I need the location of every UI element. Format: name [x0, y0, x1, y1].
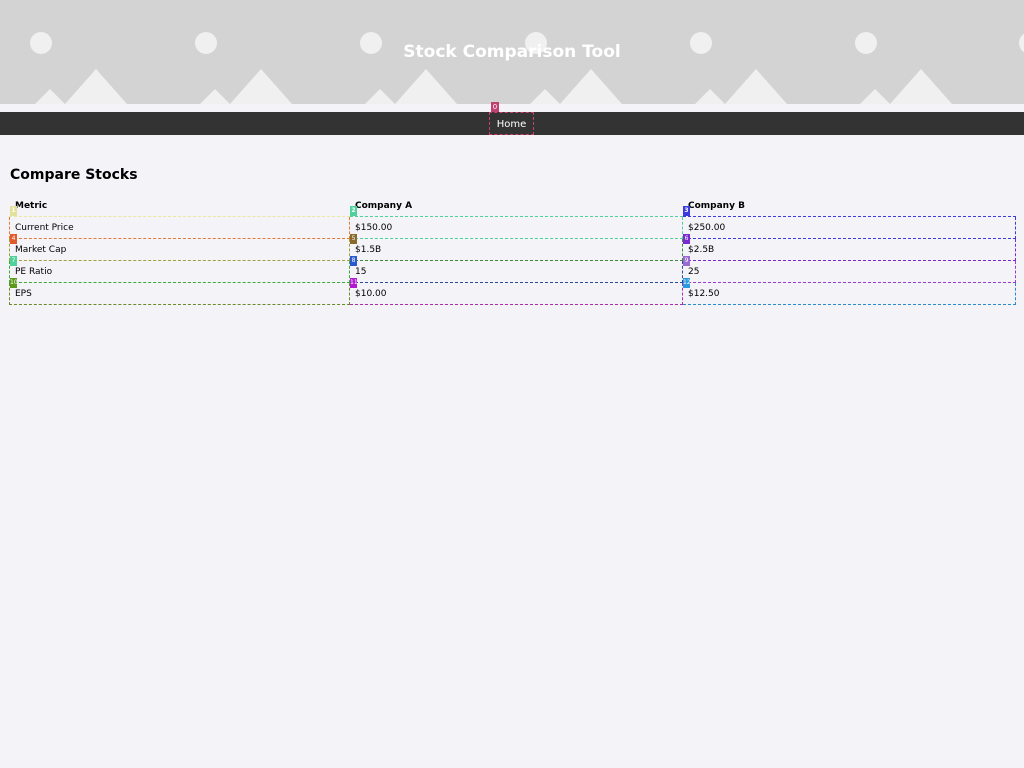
header-cell-label: Metric: [15, 200, 48, 211]
table-cell: 12 $12.50: [682, 278, 1016, 305]
table-cell: 11 $10.00: [349, 278, 683, 305]
element-marker: 8: [350, 256, 357, 266]
table-cell: 9 25: [682, 256, 1016, 283]
element-marker: 7: [10, 256, 17, 266]
table-cell: $250.00: [682, 216, 1016, 239]
element-marker: 4: [10, 234, 17, 244]
table-row: 10 EPS 11 $10.00 12 $12.50: [9, 278, 1016, 305]
table-cell-text: 15: [355, 266, 367, 277]
header-banner: Stock Comparison Tool: [0, 0, 1024, 104]
table-row: Current Price $150.00 $250.00: [9, 216, 1016, 239]
table-cell: $150.00: [349, 216, 683, 239]
page-heading: Compare Stocks: [10, 167, 138, 183]
table-cell: 6 $2.5B: [682, 234, 1016, 261]
table-cell: 5 $1.5B: [349, 234, 683, 261]
table-row: 7 PE Ratio 8 15 9 25: [9, 256, 1016, 283]
navbar: Home: [0, 112, 1024, 135]
table-cell-text: 25: [688, 266, 700, 277]
table-row: 4 Market Cap 5 $1.5B 6 $2.5B: [9, 234, 1016, 261]
element-marker-0: 0: [491, 102, 499, 112]
element-marker: 6: [683, 234, 690, 244]
table-cell-text: $250.00: [688, 222, 726, 233]
table-cell: 4 Market Cap: [9, 234, 350, 261]
element-marker: 1: [10, 206, 17, 216]
table-cell: 10 EPS: [9, 278, 350, 305]
table-cell: Current Price: [9, 216, 350, 239]
table-cell-text: $10.00: [355, 288, 387, 299]
header-cell-label: Company B: [688, 200, 745, 211]
element-marker: 12: [683, 278, 691, 288]
element-marker: 9: [683, 256, 690, 266]
table-cell-text: EPS: [15, 288, 32, 299]
table-cell: 7 PE Ratio: [9, 256, 350, 283]
element-marker: 11: [350, 278, 358, 288]
table-header-row: 1 Metric 2 Company A 3 Company B: [9, 194, 1016, 217]
header-cell-label: Company A: [355, 200, 413, 211]
element-marker: 2: [350, 206, 357, 216]
table-cell-text: PE Ratio: [15, 266, 53, 277]
table-cell-text: Market Cap: [15, 244, 67, 255]
header-cell-metric: 1 Metric: [9, 194, 350, 217]
element-marker: 10: [10, 278, 18, 288]
table-cell-text: $12.50: [688, 288, 720, 299]
stock-comparison-table: 1 Metric 2 Company A 3 Company B Current…: [9, 194, 1016, 305]
header-cell-company-b: 3 Company B: [682, 194, 1016, 217]
header-cell-company-a: 2 Company A: [349, 194, 683, 217]
element-marker: 5: [350, 234, 357, 244]
site-title: Stock Comparison Tool: [403, 42, 621, 62]
header-gap: [0, 104, 1024, 112]
element-marker: 3: [683, 206, 690, 216]
nav-home-link[interactable]: Home: [489, 112, 534, 135]
comparison-table-container: 1 Metric 2 Company A 3 Company B Current…: [9, 194, 1016, 305]
table-cell-text: Current Price: [15, 222, 74, 233]
table-cell-text: $150.00: [355, 222, 393, 233]
table-cell-text: $1.5B: [355, 244, 382, 255]
table-cell-text: $2.5B: [688, 244, 715, 255]
table-cell: 8 15: [349, 256, 683, 283]
